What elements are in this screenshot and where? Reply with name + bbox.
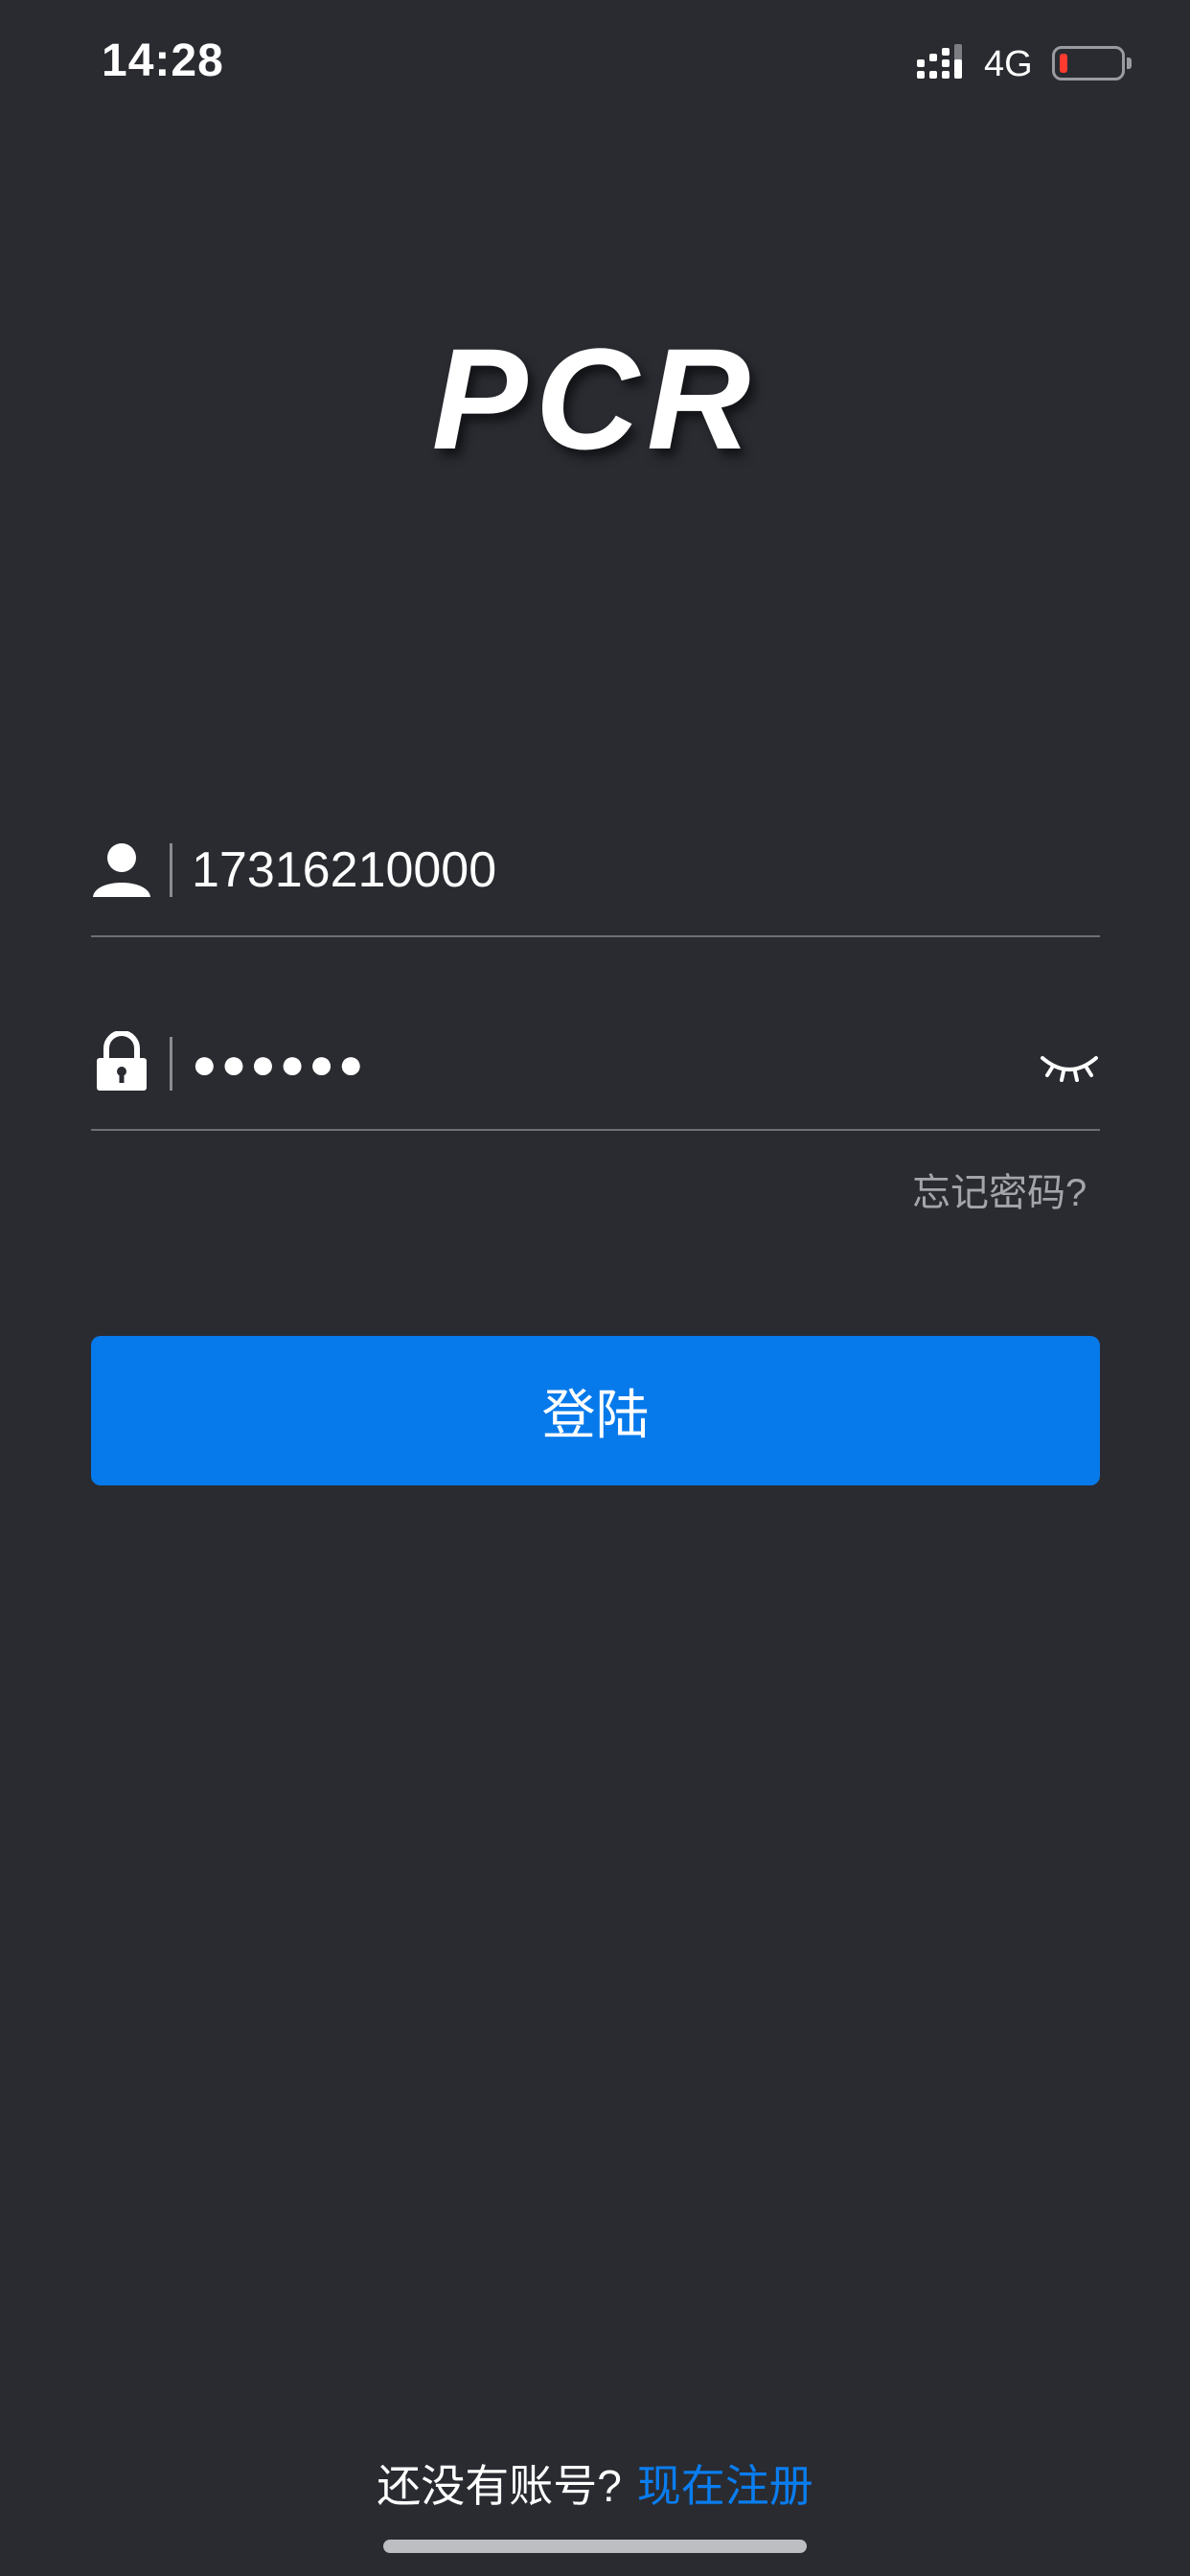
network-label: 4G xyxy=(984,44,1033,84)
battery-low-icon xyxy=(1052,46,1125,80)
login-button-label: 登陆 xyxy=(541,1384,650,1445)
username-underline xyxy=(91,935,1100,937)
register-prompt: 还没有账号? 现在注册 xyxy=(0,2451,1190,2515)
lock-icon xyxy=(97,1031,147,1091)
username-separator xyxy=(170,843,172,897)
home-indicator[interactable] xyxy=(383,2540,807,2553)
register-link[interactable]: 现在注册 xyxy=(637,2461,813,2511)
battery-level xyxy=(1060,54,1067,73)
status-time: 14:28 xyxy=(102,35,224,86)
signal-icon xyxy=(917,44,962,79)
register-question: 还没有账号? xyxy=(377,2461,622,2511)
forgot-password-link[interactable]: 忘记密码? xyxy=(912,1162,1087,1217)
login-button[interactable]: 登陆 xyxy=(91,1336,1100,1485)
password-underline xyxy=(91,1129,1100,1131)
eye-closed-icon[interactable] xyxy=(1039,1048,1100,1087)
app-logo: PCR xyxy=(431,318,759,479)
password-input[interactable]: ●●●●●● xyxy=(192,1041,367,1089)
battery-cap xyxy=(1127,58,1132,69)
username-input[interactable]: 17316210000 xyxy=(192,841,496,899)
password-separator xyxy=(170,1037,172,1091)
user-icon xyxy=(93,843,150,897)
